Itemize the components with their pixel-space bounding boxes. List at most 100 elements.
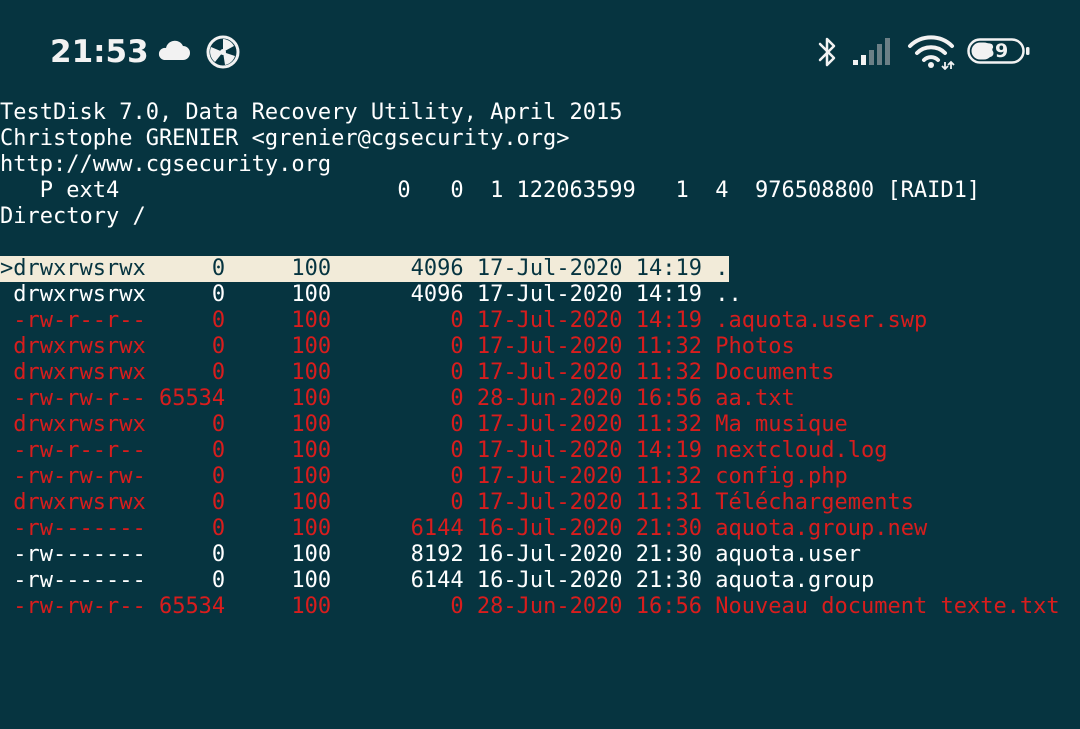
partition-line: P ext4 0 0 1 122063599 1 4 976508800 [RA… bbox=[0, 178, 981, 203]
size: 0 bbox=[331, 412, 464, 437]
file-row[interactable]: -rw-rw-r-- 65534 100 0 28-Jun-2020 16:56… bbox=[0, 386, 1060, 412]
uid: 0 bbox=[145, 256, 226, 281]
perms: -rw-r--r-- bbox=[13, 308, 146, 333]
size: 0 bbox=[331, 490, 464, 515]
cursor-marker bbox=[0, 568, 13, 593]
app-title-line: TestDisk 7.0, Data Recovery Utility, Apr… bbox=[0, 100, 623, 125]
time: 16:56 bbox=[622, 594, 703, 619]
cursor-marker bbox=[0, 360, 13, 385]
file-row[interactable]: drwxrwsrwx 0 100 4096 17-Jul-2020 14:19 … bbox=[0, 282, 1060, 308]
size: 6144 bbox=[331, 516, 464, 541]
file-row[interactable]: drwxrwsrwx 0 100 0 17-Jul-2020 11:32 Ma … bbox=[0, 412, 1060, 438]
size: 0 bbox=[331, 308, 464, 333]
uid: 0 bbox=[145, 516, 226, 541]
time: 11:32 bbox=[622, 464, 703, 489]
perms: -rw-r--r-- bbox=[13, 438, 146, 463]
file-row[interactable]: drwxrwsrwx 0 100 0 17-Jul-2020 11:31 Tél… bbox=[0, 490, 1060, 516]
file-row[interactable]: drwxrwsrwx 0 100 0 17-Jul-2020 11:32 Doc… bbox=[0, 360, 1060, 386]
wifi-icon bbox=[908, 35, 955, 70]
uid: 0 bbox=[145, 334, 226, 359]
perms: drwxrwsrwx bbox=[13, 282, 146, 307]
date: 17-Jul-2020 bbox=[463, 256, 623, 281]
file-name: Photos bbox=[702, 334, 795, 359]
time: 11:32 bbox=[622, 412, 703, 437]
gid: 100 bbox=[225, 360, 332, 385]
gid: 100 bbox=[225, 464, 332, 489]
directory-line: Directory / bbox=[0, 204, 146, 229]
date: 16-Jul-2020 bbox=[463, 516, 623, 541]
size: 0 bbox=[331, 334, 464, 359]
perms: drwxrwsrwx bbox=[13, 490, 146, 515]
file-name: aquota.group bbox=[702, 568, 875, 593]
fan-icon bbox=[206, 35, 240, 69]
file-row[interactable]: -rw------- 0 100 6144 16-Jul-2020 21:30 … bbox=[0, 568, 1060, 594]
uid: 0 bbox=[145, 308, 226, 333]
perms: -rw-rw-r-- bbox=[13, 594, 146, 619]
gid: 100 bbox=[225, 386, 332, 411]
gid: 100 bbox=[225, 334, 332, 359]
cursor-marker: > bbox=[0, 256, 14, 281]
file-name: Documents bbox=[702, 360, 835, 385]
file-name: aquota.group.new bbox=[702, 516, 928, 541]
file-row[interactable]: -rw-rw-r-- 65534 100 0 28-Jun-2020 16:56… bbox=[0, 594, 1060, 620]
uid: 0 bbox=[145, 490, 226, 515]
date: 17-Jul-2020 bbox=[463, 490, 623, 515]
file-row[interactable]: drwxrwsrwx 0 100 0 17-Jul-2020 11:32 Pho… bbox=[0, 334, 1060, 360]
gid: 100 bbox=[225, 282, 332, 307]
time: 11:32 bbox=[622, 360, 703, 385]
perms: -rw-rw-rw- bbox=[13, 464, 146, 489]
file-name: nextcloud.log bbox=[702, 438, 888, 463]
perms: -rw------- bbox=[13, 516, 146, 541]
time: 21:30 bbox=[622, 516, 703, 541]
uid: 0 bbox=[145, 568, 226, 593]
file-name: Nouveau document texte.txt bbox=[702, 594, 1060, 619]
uid: 0 bbox=[145, 282, 226, 307]
file-row[interactable]: -rw-r--r-- 0 100 0 17-Jul-2020 14:19 .aq… bbox=[0, 308, 1060, 334]
bluetooth-icon bbox=[818, 37, 836, 67]
time: 11:32 bbox=[622, 334, 703, 359]
cursor-marker bbox=[0, 412, 13, 437]
cursor-marker bbox=[0, 282, 13, 307]
size: 0 bbox=[331, 594, 464, 619]
gid: 100 bbox=[225, 568, 332, 593]
perms: drwxrwsrwx bbox=[13, 360, 146, 385]
perms: -rw------- bbox=[13, 542, 146, 567]
gid: 100 bbox=[225, 256, 332, 281]
date: 16-Jul-2020 bbox=[463, 568, 623, 593]
date: 17-Jul-2020 bbox=[463, 360, 623, 385]
cursor-marker bbox=[0, 516, 13, 541]
cursor-marker bbox=[0, 490, 13, 515]
cursor-marker bbox=[0, 386, 13, 411]
gid: 100 bbox=[225, 412, 332, 437]
uid: 0 bbox=[145, 542, 226, 567]
file-row[interactable]: -rw-r--r-- 0 100 0 17-Jul-2020 14:19 nex… bbox=[0, 438, 1060, 464]
file-name: config.php bbox=[702, 464, 848, 489]
file-name: . bbox=[702, 256, 729, 281]
date: 17-Jul-2020 bbox=[463, 308, 623, 333]
time: 21:30 bbox=[622, 568, 703, 593]
gid: 100 bbox=[225, 490, 332, 515]
cursor-marker bbox=[0, 308, 13, 333]
gid: 100 bbox=[225, 308, 332, 333]
uid: 65534 bbox=[145, 386, 226, 411]
battery-level: 39 bbox=[981, 40, 1009, 62]
time: 11:31 bbox=[622, 490, 703, 515]
perms: drwxrwsrwx bbox=[13, 334, 146, 359]
signal-icon bbox=[853, 38, 890, 65]
website-line: http://www.cgsecurity.org bbox=[0, 152, 332, 177]
file-name: .. bbox=[702, 282, 742, 307]
size: 0 bbox=[331, 386, 464, 411]
file-name: Téléchargements bbox=[702, 490, 914, 515]
gid: 100 bbox=[225, 438, 332, 463]
file-row[interactable]: -rw------- 0 100 6144 16-Jul-2020 21:30 … bbox=[0, 516, 1060, 542]
date: 17-Jul-2020 bbox=[463, 334, 623, 359]
file-row[interactable]: -rw-rw-rw- 0 100 0 17-Jul-2020 11:32 con… bbox=[0, 464, 1060, 490]
cursor-marker bbox=[0, 438, 13, 463]
uid: 0 bbox=[145, 438, 226, 463]
file-row[interactable]: -rw------- 0 100 8192 16-Jul-2020 21:30 … bbox=[0, 542, 1060, 568]
time: 14:19 bbox=[622, 438, 703, 463]
date: 17-Jul-2020 bbox=[463, 464, 623, 489]
file-row[interactable]: >drwxrwsrwx 0 100 4096 17-Jul-2020 14:19… bbox=[0, 256, 729, 282]
file-name: .aquota.user.swp bbox=[702, 308, 928, 333]
